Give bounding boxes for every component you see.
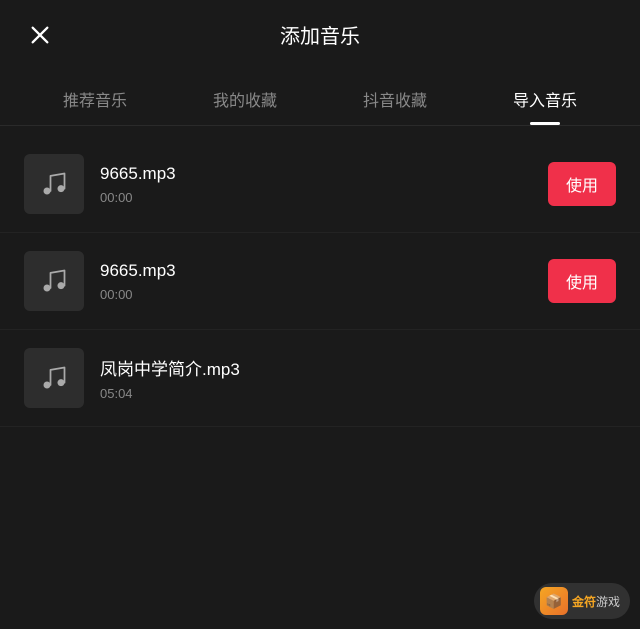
page-title: 添加音乐 [280,20,360,49]
music-note-icon [40,364,68,392]
music-duration: 05:04 [100,386,616,401]
music-note-icon [40,170,68,198]
music-list: 9665.mp3 00:00 使用 9665.mp3 00:00 使用 [0,126,640,437]
tab-douyin-favorites[interactable]: 抖音收藏 [355,77,435,125]
use-button[interactable]: 使用 [548,259,616,303]
music-name: 9665.mp3 [100,261,532,281]
music-info: 凤岗中学简介.mp3 05:04 [100,355,616,401]
close-button[interactable] [24,19,56,51]
use-button[interactable]: 使用 [548,162,616,206]
watermark-brand: 金符 [572,595,596,609]
list-item: 凤岗中学简介.mp3 05:04 [0,330,640,427]
music-name: 9665.mp3 [100,164,532,184]
tab-recommended[interactable]: 推荐音乐 [55,77,135,125]
music-thumbnail [24,251,84,311]
music-info: 9665.mp3 00:00 [100,164,532,205]
tab-import-music[interactable]: 导入音乐 [505,77,585,125]
music-duration: 00:00 [100,190,532,205]
list-item: 9665.mp3 00:00 使用 [0,136,640,233]
music-thumbnail [24,348,84,408]
music-name: 凤岗中学简介.mp3 [100,355,616,380]
tabs-bar: 推荐音乐 我的收藏 抖音收藏 导入音乐 [0,77,640,126]
music-thumbnail [24,154,84,214]
header: 添加音乐 [0,0,640,69]
music-note-icon [40,267,68,295]
watermark-icon: 📦 [540,587,568,615]
tab-my-favorites[interactable]: 我的收藏 [205,77,285,125]
watermark: 📦 金符游戏 [534,583,630,619]
watermark-text: 金符游戏 [572,593,620,610]
music-info: 9665.mp3 00:00 [100,261,532,302]
music-duration: 00:00 [100,287,532,302]
list-item: 9665.mp3 00:00 使用 [0,233,640,330]
